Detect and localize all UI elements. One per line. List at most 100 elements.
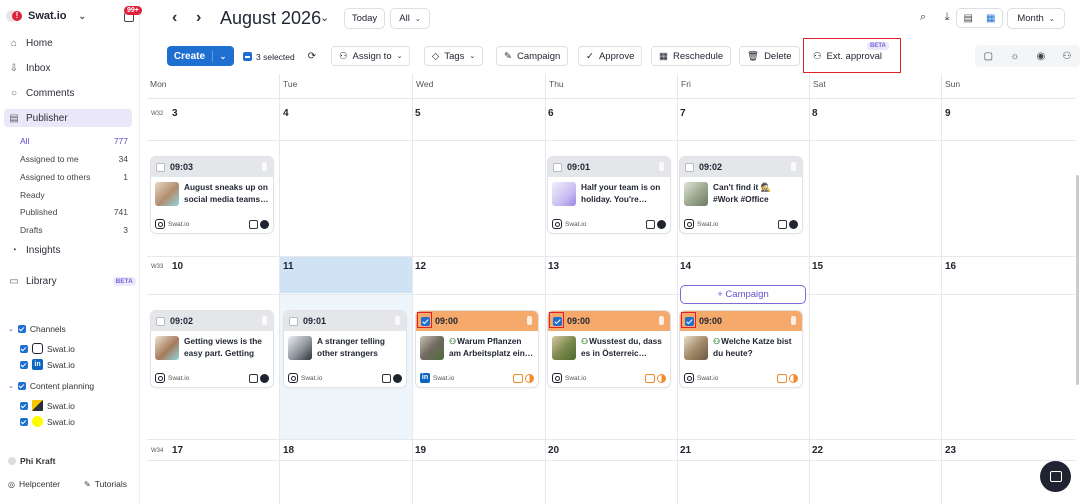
post-checkbox[interactable] bbox=[553, 162, 562, 172]
date-number: 20 bbox=[548, 445, 560, 456]
date-number: 10 bbox=[172, 261, 184, 272]
user-profile[interactable]: Phi Kraft bbox=[8, 456, 55, 466]
filter-assigned-to-me[interactable]: Assigned to me 34 bbox=[20, 154, 128, 164]
channel-checkbox[interactable] bbox=[20, 360, 28, 369]
day-header: Sat bbox=[813, 79, 826, 89]
grid-view-icon[interactable]: ▦ bbox=[980, 13, 1003, 24]
tags-button[interactable]: ◇ Tags ⌄ bbox=[424, 46, 484, 66]
search-icon[interactable]: ⌕ bbox=[916, 11, 930, 25]
campaign-button[interactable]: ✎ Campaign bbox=[496, 46, 569, 66]
create-label: Create bbox=[167, 50, 213, 62]
filter-ready[interactable]: Ready bbox=[20, 190, 128, 200]
chevron-down-icon: ⌄ bbox=[469, 53, 476, 60]
channels-group[interactable]: ⌄ Channels bbox=[8, 324, 66, 334]
channel-item[interactable]: Swat.io bbox=[20, 343, 75, 354]
planning-item[interactable]: Swat.io bbox=[20, 416, 75, 427]
workspace-switcher[interactable]: ! Swat.io ⌄ bbox=[6, 10, 86, 22]
assign-label: Assign to bbox=[352, 50, 392, 62]
users-icon[interactable]: ⚇ bbox=[1062, 51, 1071, 62]
content-planning-group[interactable]: ⌄ Content planning bbox=[8, 381, 94, 391]
post-card-selected[interactable]: 09:00 ⚇Welche Katze bist du heute? Swat.… bbox=[679, 310, 803, 388]
chevron-down-icon[interactable]: ⌄ bbox=[320, 11, 329, 24]
planning-label: Swat.io bbox=[47, 416, 75, 427]
nav-library[interactable]: ▭ Library BETA bbox=[0, 272, 140, 290]
nav-home-label: Home bbox=[26, 37, 53, 49]
channel-item[interactable]: in Swat.io bbox=[20, 359, 75, 370]
reschedule-label: Reschedule bbox=[672, 50, 724, 62]
inbox-icon: ⇩ bbox=[9, 62, 19, 74]
lock-icon bbox=[659, 162, 664, 171]
filter-dropdown[interactable]: All ⌄ bbox=[390, 8, 430, 29]
delete-button[interactable]: 🗑︎ Delete bbox=[739, 46, 800, 66]
view-dropdown[interactable]: Month ⌄ bbox=[1007, 8, 1065, 29]
nav-comments[interactable]: ○ Comments bbox=[0, 84, 140, 102]
planning-checkbox[interactable] bbox=[20, 417, 28, 426]
date-number: 23 bbox=[945, 445, 957, 456]
create-button[interactable]: Create ⌄ bbox=[167, 46, 234, 66]
filter-all[interactable]: All 777 bbox=[20, 136, 128, 146]
channels-checkbox[interactable] bbox=[17, 325, 26, 333]
helpcenter-link[interactable]: ◎ Helpcenter bbox=[8, 479, 60, 489]
chevron-down-icon[interactable]: ⌄ bbox=[213, 52, 233, 61]
date-number: 17 bbox=[172, 445, 184, 456]
post-card-selected[interactable]: 09:00 ⚇Wusstest du, dass es in Österreic… bbox=[547, 310, 671, 388]
nav-insights[interactable]: ◔ Insights bbox=[0, 241, 140, 259]
prev-month-button[interactable]: ‹ bbox=[172, 9, 177, 27]
assign-to-button[interactable]: ⚇ Assign to ⌄ bbox=[331, 46, 411, 66]
add-campaign-button[interactable]: + Campaign bbox=[680, 285, 806, 304]
comment-icon: ○ bbox=[10, 87, 18, 99]
post-checkbox[interactable] bbox=[289, 316, 298, 326]
filter-drafts[interactable]: Drafts 3 bbox=[20, 225, 128, 235]
today-button[interactable]: Today bbox=[344, 8, 385, 29]
date-number: 21 bbox=[680, 445, 692, 456]
nav-comments-label: Comments bbox=[26, 87, 75, 99]
calendar-options: ▢ ☼ ◉ ⚇ bbox=[975, 45, 1080, 67]
filter-assigned-to-others[interactable]: Assigned to others 1 bbox=[20, 172, 128, 182]
planning-item[interactable]: Swat.io bbox=[20, 400, 75, 411]
post-card[interactable]: 09:02 Getting views is the easy part. Ge… bbox=[150, 310, 274, 388]
help-icon: ◎ bbox=[8, 479, 15, 489]
post-thumbnail bbox=[288, 336, 312, 360]
post-card[interactable]: 09:01 A stranger telling other strangers… bbox=[283, 310, 407, 388]
approve-button[interactable]: ✓ Approve bbox=[578, 46, 643, 66]
date-number: 18 bbox=[283, 445, 295, 456]
nav-publisher[interactable]: ▤ Publisher bbox=[4, 109, 132, 127]
reschedule-button[interactable]: ▦ Reschedule bbox=[651, 46, 732, 66]
refresh-icon[interactable]: ⟳ bbox=[308, 51, 316, 62]
post-card[interactable]: 09:01 Half your team is on holiday. You'… bbox=[547, 156, 671, 234]
instagram-icon bbox=[32, 343, 43, 354]
nav-home[interactable]: ⌂ Home bbox=[0, 34, 140, 52]
post-card[interactable]: 09:02 Can't find it 🕵 #Work #Office #Cor… bbox=[679, 156, 803, 234]
list-view-icon[interactable]: ▤ bbox=[957, 13, 980, 24]
tutorials-link[interactable]: ✎ Tutorials bbox=[84, 479, 127, 489]
eye-icon[interactable]: ◉ bbox=[1037, 51, 1046, 62]
workspace-name: Swat.io bbox=[28, 10, 67, 22]
nav-inbox-label: Inbox bbox=[26, 62, 51, 74]
filter-count: 741 bbox=[113, 207, 128, 217]
content-planning-checkbox[interactable] bbox=[17, 382, 26, 390]
post-checkbox[interactable] bbox=[156, 162, 165, 172]
vertical-scrollbar[interactable] bbox=[1076, 175, 1079, 385]
post-account: Swat.io bbox=[301, 374, 323, 382]
post-checkbox[interactable] bbox=[685, 162, 694, 172]
chat-support-button[interactable] bbox=[1040, 461, 1071, 492]
chevron-down-icon: ⌄ bbox=[78, 10, 87, 21]
download-icon[interactable]: ⤓ bbox=[940, 11, 954, 25]
next-month-button[interactable]: › bbox=[196, 9, 201, 27]
channel-checkbox[interactable] bbox=[20, 344, 28, 353]
filter-published[interactable]: Published 741 bbox=[20, 207, 128, 217]
note-icon[interactable]: ▢ bbox=[984, 51, 993, 62]
post-checkbox[interactable] bbox=[156, 316, 165, 326]
deselect-checkbox[interactable] bbox=[243, 52, 252, 61]
planning-checkbox[interactable] bbox=[20, 401, 28, 410]
channel-label: Swat.io bbox=[47, 359, 75, 370]
date-number: 12 bbox=[415, 261, 427, 272]
post-card[interactable]: 09:03 August sneaks up on social media t… bbox=[150, 156, 274, 234]
day-header: Thu bbox=[549, 79, 564, 89]
post-card-selected[interactable]: 09:00 ⚇Warum Pflanzen am Arbeitsplatz ei… bbox=[415, 310, 539, 388]
selection-count[interactable]: 3 selected ⟳ bbox=[243, 51, 316, 62]
date-number: 7 bbox=[680, 108, 686, 119]
sun-icon[interactable]: ☼ bbox=[1010, 51, 1019, 62]
nav-inbox[interactable]: ⇩ Inbox bbox=[0, 59, 140, 77]
month-title[interactable]: August 2026 bbox=[220, 8, 321, 29]
